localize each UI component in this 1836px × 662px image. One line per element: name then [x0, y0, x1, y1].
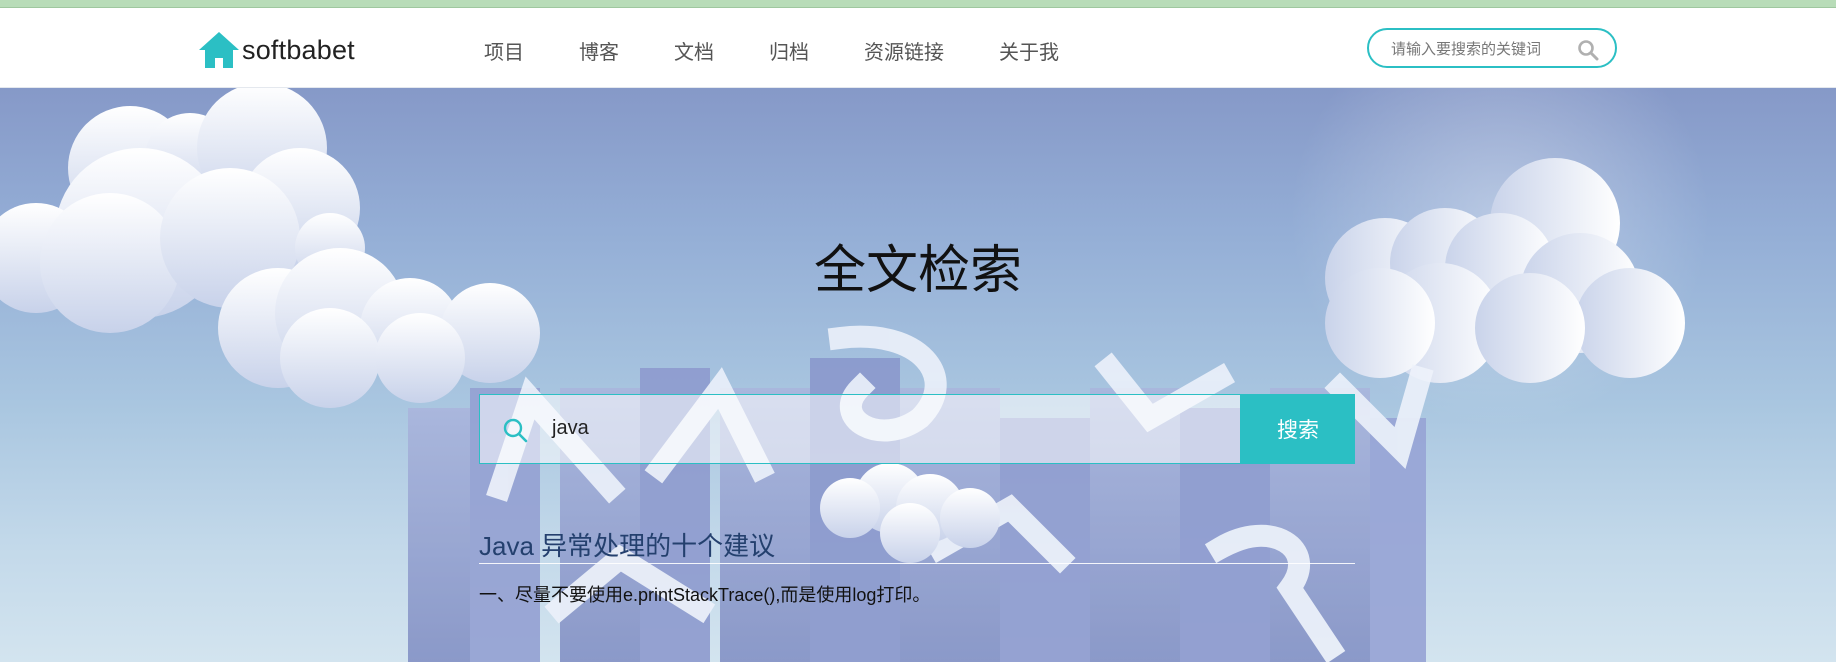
- result-divider: [479, 563, 1355, 564]
- nav-item-projects[interactable]: 项目: [484, 36, 524, 65]
- header-search: [1367, 28, 1617, 68]
- search-icon[interactable]: [1577, 39, 1599, 61]
- hero-banner: 全文检索 java 搜索 Java 异常处理的十个建议 一、尽量不要使用e.pr…: [0, 88, 1836, 662]
- nav-item-archive[interactable]: 归档: [769, 36, 809, 65]
- page-title: 全文检索: [813, 241, 1022, 301]
- header-search-input[interactable]: [1391, 38, 1561, 60]
- search-button[interactable]: 搜索: [1241, 394, 1355, 464]
- nav-item-docs[interactable]: 文档: [674, 36, 714, 65]
- nav-item-resources[interactable]: 资源链接: [864, 36, 944, 65]
- result-snippet: 一、尽量不要使用e.printStackTrace(),而是使用log打印。: [479, 585, 931, 605]
- fulltext-search-input[interactable]: java: [479, 394, 1241, 464]
- search-icon: [503, 418, 528, 443]
- search-result-item: Java 异常处理的十个建议 一、尽量不要使用e.printStackTrace…: [479, 526, 1355, 607]
- logo-text: softbabet: [242, 34, 355, 65]
- home-icon: [199, 32, 239, 68]
- nav-item-about[interactable]: 关于我: [999, 36, 1059, 65]
- site-header: softbabet 项目 博客 文档 归档 资源链接 关于我: [0, 8, 1836, 88]
- browser-top-strip: [0, 0, 1836, 8]
- search-query-value: java: [552, 417, 589, 439]
- result-title-link[interactable]: Java 异常处理的十个建议: [479, 526, 1355, 563]
- fulltext-search-form: java 搜索: [479, 394, 1355, 464]
- site-logo[interactable]: softbabet: [196, 28, 355, 72]
- nav-item-blog[interactable]: 博客: [579, 36, 619, 65]
- main-nav: 项目 博客 文档 归档 资源链接 关于我: [484, 36, 1114, 65]
